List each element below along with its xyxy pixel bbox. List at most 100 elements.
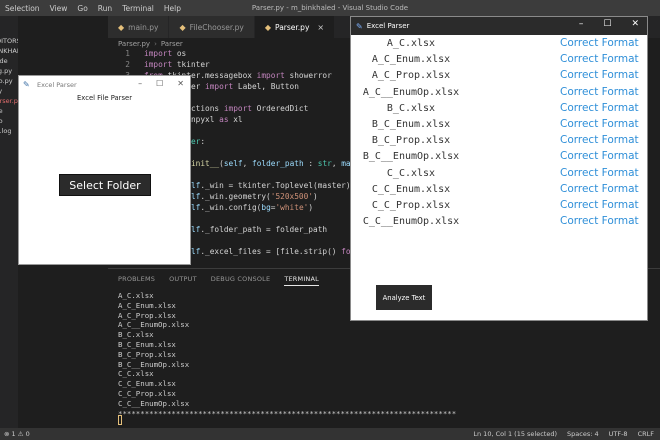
result-row: C_C_Enum.xlsx Correct Format — [351, 183, 647, 199]
sidebar-item[interactable]: Parser.py — [0, 96, 18, 106]
window-titlebar[interactable]: ✎ Excel Parser – ☐ ✕ — [351, 17, 647, 35]
sidebar-item[interactable]: big.py — [0, 66, 18, 76]
panel-tab-terminal[interactable]: TERMINAL — [284, 275, 319, 286]
excel-parser-window: ✎ Excel Parser – ☐ ✕ A_C.xlsx Correct For… — [350, 16, 648, 321]
breadcrumb-symbol[interactable]: Parser — [161, 40, 183, 48]
code-token: : — [303, 159, 318, 168]
maximize-icon[interactable]: ☐ — [603, 19, 611, 29]
code-token: , — [331, 159, 342, 168]
code-line: 2 import tkinter — [108, 59, 210, 70]
result-row: A_C_Enum.xlsx Correct Format — [351, 53, 647, 69]
code-token: import — [223, 104, 252, 113]
cursor-position[interactable]: Ln 10, Col 1 (15 selected) — [473, 430, 557, 438]
code-token: self — [223, 159, 243, 168]
window-title: Excel Parser — [37, 80, 77, 89]
close-icon[interactable]: ✕ — [177, 79, 184, 88]
format-status-label: Correct Format — [560, 53, 639, 66]
breadcrumb-file[interactable]: Parser.py — [118, 40, 150, 48]
terminal-line: A_C__EnumOp.xlsx — [118, 320, 190, 330]
file-name-label: A_C__EnumOp.xlsx — [362, 86, 460, 98]
file-name-label: A_C.xlsx — [386, 38, 436, 49]
sidebar-item[interactable]: code — [0, 56, 18, 66]
close-icon[interactable]: × — [317, 23, 324, 32]
sidebar-item[interactable]: tpo — [0, 116, 18, 126]
panel-tab-debug-console[interactable]: DEBUG CONSOLE — [211, 275, 271, 286]
format-status-label: Correct Format — [560, 134, 639, 147]
file-name-label: B_C_Enum.xlsx — [371, 118, 451, 130]
sidebar-item[interactable]: bs.log — [0, 126, 18, 136]
menu-bar: Parser.py - m_binkhaled - Visual Studio … — [0, 0, 660, 16]
close-icon[interactable]: ✕ — [631, 19, 639, 29]
select-folder-button[interactable]: Select Folder — [59, 174, 151, 196]
indentation[interactable]: Spaces: 4 — [567, 430, 599, 438]
code-token: '520x500' — [270, 192, 314, 201]
result-row: A_C.xlsx Correct Format — [351, 37, 647, 53]
format-status-label: Correct Format — [560, 150, 639, 163]
python-file-icon: ◆ — [179, 22, 186, 32]
code-token: OrderedDict — [251, 104, 309, 113]
analyze-text-button[interactable]: Analyze Text — [376, 285, 432, 310]
sidebar-item[interactable]: EDITORS — [0, 36, 18, 46]
tab-filechooser-py[interactable]: ◆ FileChooser.py — [169, 16, 255, 38]
result-row: B_C.xlsx Correct Format — [351, 102, 647, 118]
file-name-label: B_C_Prop.xlsx — [371, 135, 451, 147]
terminal-line: B_C.xlsx — [118, 330, 154, 340]
code-token: ._win.geometry( — [200, 192, 271, 201]
sidebar-item[interactable]: rde — [0, 106, 18, 116]
terminal-line: C_C_Prop.xlsx — [118, 388, 176, 398]
format-status-label: Correct Format — [560, 166, 639, 179]
code-token: , — [242, 159, 253, 168]
minimize-icon[interactable]: – — [138, 79, 142, 88]
file-name-label: C_C_Prop.xlsx — [371, 199, 451, 211]
code-token: xl — [228, 115, 243, 124]
menu-selection[interactable]: Selection — [0, 4, 45, 13]
menu-help[interactable]: Help — [159, 4, 186, 13]
panel-tab-problems[interactable]: PROBLEMS — [118, 275, 155, 286]
terminal-line: C_C_Enum.xlsx — [118, 379, 176, 389]
code-token: ._win = tkinter.Toplevel(master) — [200, 181, 351, 190]
code-token: ._folder_path = folder_path — [200, 225, 328, 234]
format-status-label: Correct Format — [560, 182, 639, 195]
chevron-right-icon: › — [154, 40, 157, 48]
sidebar-item[interactable]: BINKHALED — [0, 46, 18, 56]
problems-count[interactable]: ⊗ 1 ⚠ 0 — [4, 430, 30, 438]
minimize-icon[interactable]: – — [579, 19, 584, 29]
tab-parser-py[interactable]: ◆ Parser.py × — [254, 16, 336, 38]
format-status-label: Correct Format — [560, 37, 639, 49]
code-token: folder_path — [252, 159, 304, 168]
format-status-label: Correct Format — [560, 85, 639, 98]
line-endings[interactable]: CRLF — [638, 430, 654, 438]
panel-tab-output[interactable]: OUTPUT — [169, 275, 197, 286]
code-token: import — [144, 49, 173, 58]
tab-main-py[interactable]: ◆ main.py — [108, 16, 170, 38]
encoding[interactable]: UTF-8 — [609, 430, 628, 438]
terminal-line: C_C.xlsx — [118, 369, 154, 379]
result-row: A_C_Prop.xlsx Correct Format — [351, 69, 647, 85]
format-status-label: Correct Format — [560, 117, 639, 130]
file-name-label: A_C_Prop.xlsx — [371, 70, 451, 82]
menu-view[interactable]: View — [45, 4, 73, 13]
code-token: import — [144, 60, 173, 69]
sidebar-item[interactable]: .py — [0, 86, 18, 96]
code-token: os — [172, 49, 187, 58]
result-row: B_C_Prop.xlsx Correct Format — [351, 134, 647, 150]
window-title: Parser.py - m_binkhaled - Visual Studio … — [251, 4, 409, 12]
code-token: ._win.config( — [200, 203, 262, 212]
sidebar-item[interactable]: tpo.py — [0, 76, 18, 86]
breadcrumb: Parser.py › Parser — [118, 40, 183, 48]
python-file-icon: ◆ — [118, 22, 125, 32]
file-name-label: C_C.xlsx — [386, 167, 436, 179]
format-status-label: Correct Format — [560, 101, 639, 114]
code-token: tkinter — [172, 60, 210, 69]
terminal-line: B_C__EnumOp.xlsx — [118, 359, 190, 369]
menu-terminal[interactable]: Terminal — [117, 4, 159, 13]
window-titlebar[interactable]: ✎ Excel Parser – ☐ ✕ — [19, 76, 190, 93]
line-number: 2 — [125, 60, 130, 69]
maximize-icon[interactable]: ☐ — [156, 79, 163, 88]
code-token: bg — [261, 203, 271, 212]
menu-run[interactable]: Run — [93, 4, 117, 13]
file-name-label: A_C_Enum.xlsx — [371, 54, 451, 66]
code-token: ) — [313, 192, 318, 201]
menu-go[interactable]: Go — [72, 4, 92, 13]
terminal-cursor — [118, 415, 122, 425]
